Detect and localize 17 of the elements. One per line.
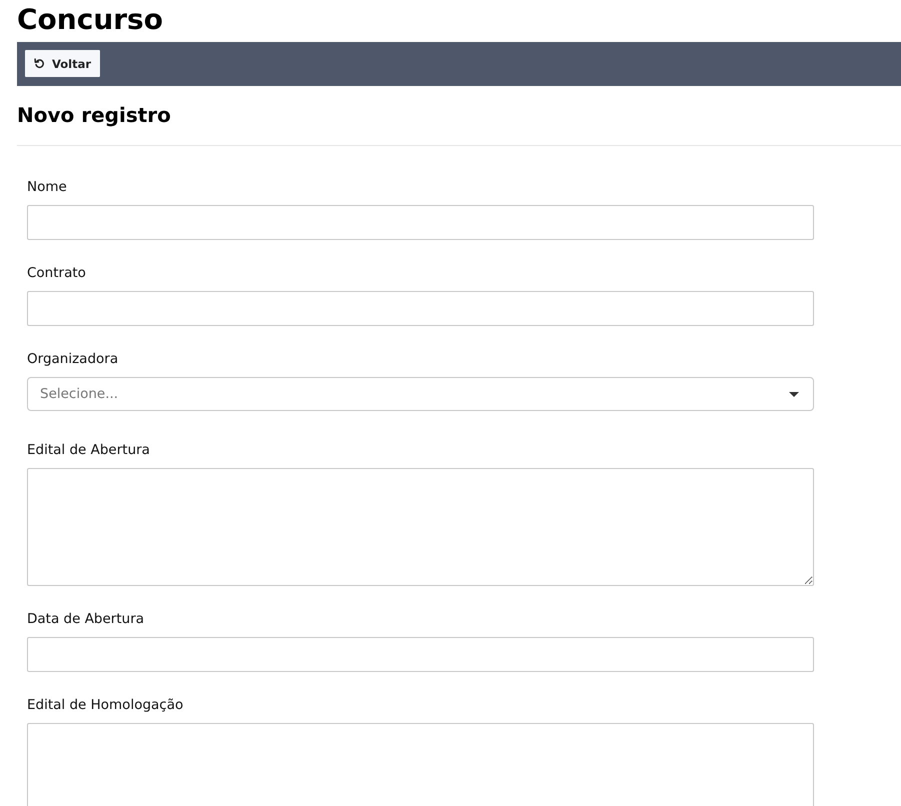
caret-icon <box>789 392 799 396</box>
section-title: Novo registro <box>17 102 171 129</box>
select-field[interactable]: Selecione... <box>27 377 814 411</box>
field-label: Edital de Abertura <box>27 441 150 460</box>
undo-icon <box>34 58 45 69</box>
field-label: Edital de Homologação <box>27 696 184 715</box>
page-title: Concurso <box>17 2 163 38</box>
field-label: Data de Abertura <box>27 610 144 629</box>
text-input[interactable] <box>27 291 814 326</box>
text-input[interactable] <box>27 205 814 240</box>
field-label: Contrato <box>27 264 86 283</box>
back-button[interactable]: Voltar <box>25 50 100 77</box>
field-label: Organizadora <box>27 350 118 369</box>
text-area[interactable] <box>27 723 814 806</box>
text-input[interactable] <box>27 637 814 672</box>
field-label: Nome <box>27 178 67 197</box>
text-area[interactable] <box>27 468 814 586</box>
